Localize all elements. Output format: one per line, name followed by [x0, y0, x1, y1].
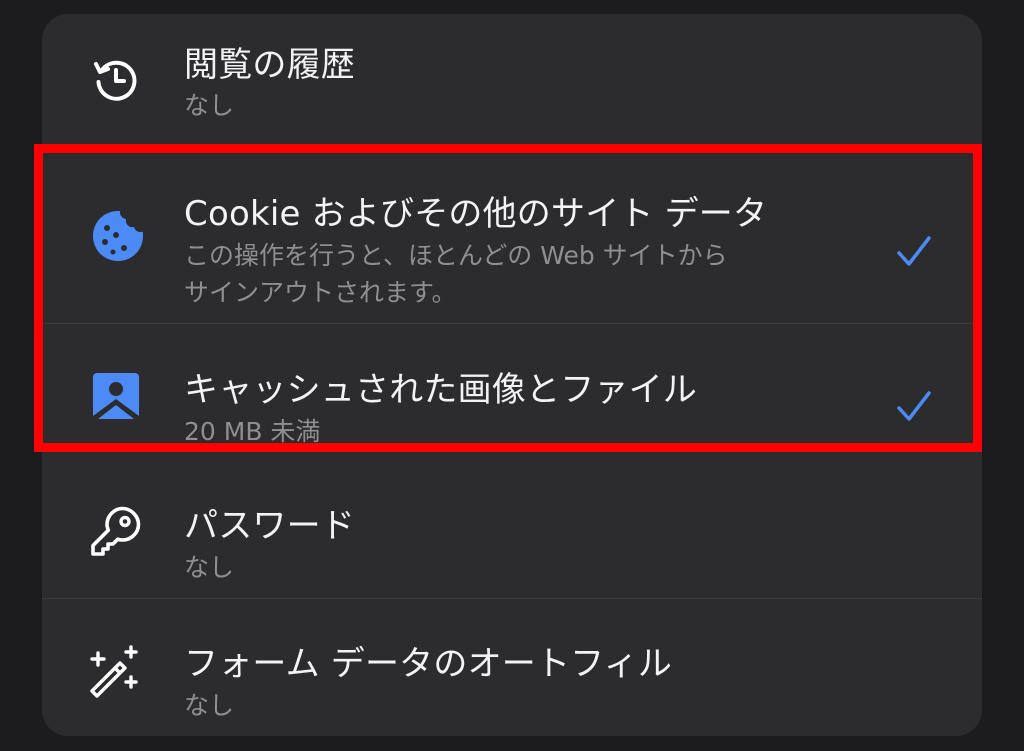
- key-icon: [91, 506, 141, 556]
- option-passwords[interactable]: パスワード なし: [42, 458, 982, 598]
- option-cached-images-files[interactable]: キャッシュされた画像とファイル 20 MB 未満: [42, 324, 982, 456]
- option-cookies-site-data[interactable]: Cookie およびその他のサイト データ この操作を行うと、ほとんどの Web…: [42, 144, 982, 324]
- option-browsing-history[interactable]: 閲覧の履歴 なし: [42, 14, 982, 144]
- image-icon: [93, 373, 139, 419]
- checkmark-icon[interactable]: [894, 387, 934, 427]
- option-title: キャッシュされた画像とファイル: [184, 370, 697, 410]
- option-subtitle: なし: [184, 691, 235, 720]
- history-icon: [94, 60, 137, 101]
- option-title: フォーム データのオートフィル: [184, 644, 673, 684]
- magic-wand-icon: [90, 645, 138, 698]
- option-subtitle: なし: [184, 553, 235, 582]
- option-subtitle: なし: [184, 91, 235, 120]
- clear-data-options-card: 閲覧の履歴 なし Cookie およびその他のサイト データ この操作を行うと、…: [42, 14, 982, 736]
- option-form-autofill[interactable]: フォーム データのオートフィル なし: [42, 599, 982, 736]
- option-subtitle-line1: この操作を行うと、ほとんどの Web サイトから: [184, 241, 728, 270]
- option-title: Cookie およびその他のサイト データ: [184, 194, 768, 234]
- option-subtitle: 20 MB 未満: [184, 417, 321, 446]
- option-title: 閲覧の履歴: [184, 45, 355, 85]
- option-subtitle-line2: サインアウトされます。: [184, 278, 457, 307]
- cookie-icon: [93, 211, 143, 261]
- checkmark-icon[interactable]: [894, 232, 934, 272]
- option-title: パスワード: [184, 506, 355, 546]
